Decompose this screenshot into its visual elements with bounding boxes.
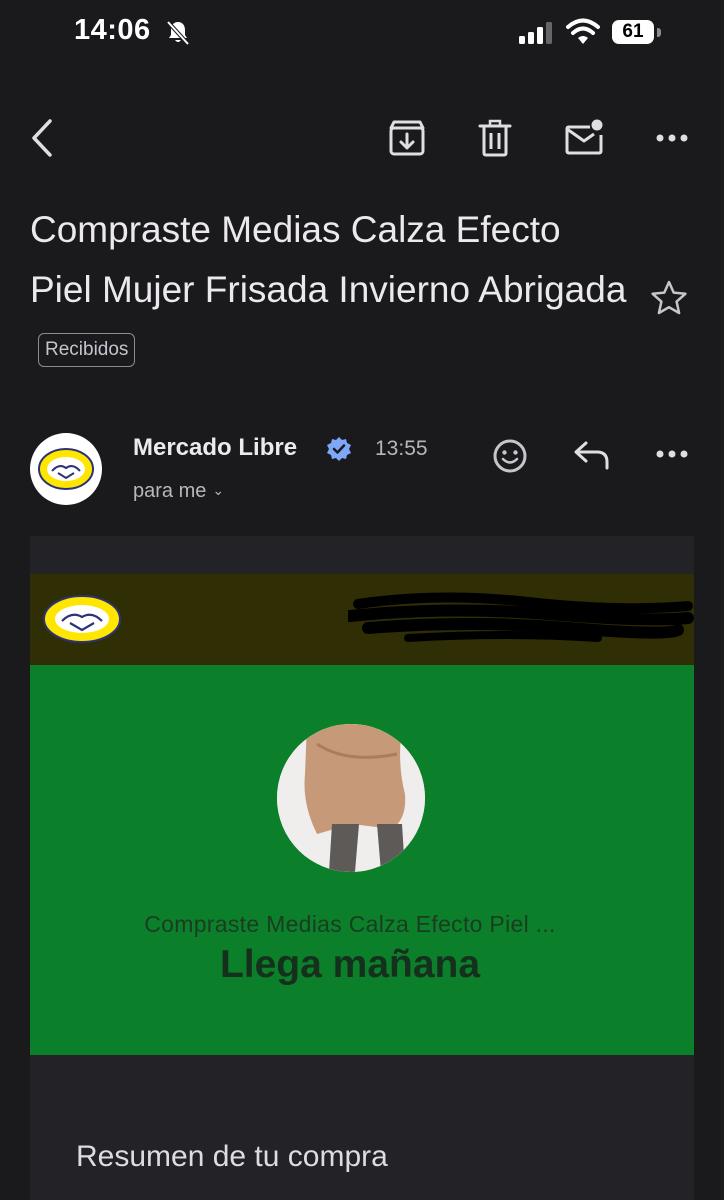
- delivery-status: Llega mañana: [219, 943, 481, 986]
- purchase-summary-heading: Resumen de tu compra: [76, 1140, 388, 1173]
- mercado-libre-logo[interactable]: [42, 594, 122, 649]
- email-body: Compraste Medias Calza Efecto Piel ... L…: [30, 536, 694, 1200]
- sender-name[interactable]: Mercado Libre: [133, 434, 297, 462]
- mark-unread-icon[interactable]: [564, 117, 606, 157]
- message-more-icon[interactable]: [655, 444, 689, 464]
- recipient-details[interactable]: para me ⌄: [133, 480, 224, 503]
- verified-badge-icon: [326, 436, 352, 462]
- battery-indicator: 61: [612, 18, 662, 46]
- chevron-down-icon: ⌄: [212, 482, 225, 498]
- cellular-signal-icon: [519, 22, 553, 44]
- battery-level: 61: [622, 21, 644, 42]
- sender-avatar[interactable]: [30, 433, 102, 505]
- product-title: Compraste Medias Calza Efecto Piel ...: [144, 911, 556, 937]
- archive-icon[interactable]: [388, 119, 426, 157]
- delivery-hero: Compraste Medias Calza Efecto Piel ... L…: [30, 665, 694, 1055]
- more-icon[interactable]: [655, 128, 689, 148]
- status-time: 14:06: [74, 14, 151, 46]
- trash-icon[interactable]: [478, 119, 512, 157]
- subject-text: Compraste Medias Calza Efecto Piel Mujer…: [30, 209, 627, 310]
- star-icon[interactable]: [650, 280, 688, 316]
- received-time: 13:55: [375, 437, 428, 460]
- bell-off-icon: [166, 20, 190, 46]
- product-image[interactable]: [277, 724, 425, 872]
- back-icon[interactable]: [28, 118, 56, 158]
- brand-header: [30, 574, 694, 665]
- inbox-label-chip[interactable]: Recibidos: [38, 333, 136, 367]
- reply-icon[interactable]: [573, 440, 611, 470]
- email-subject: Compraste Medias Calza Efecto Piel Mujer…: [30, 200, 630, 379]
- smiley-icon[interactable]: [492, 438, 528, 474]
- recipient-text: para me: [133, 480, 207, 502]
- redacted-scribble: [344, 592, 694, 648]
- wifi-icon: [566, 18, 600, 46]
